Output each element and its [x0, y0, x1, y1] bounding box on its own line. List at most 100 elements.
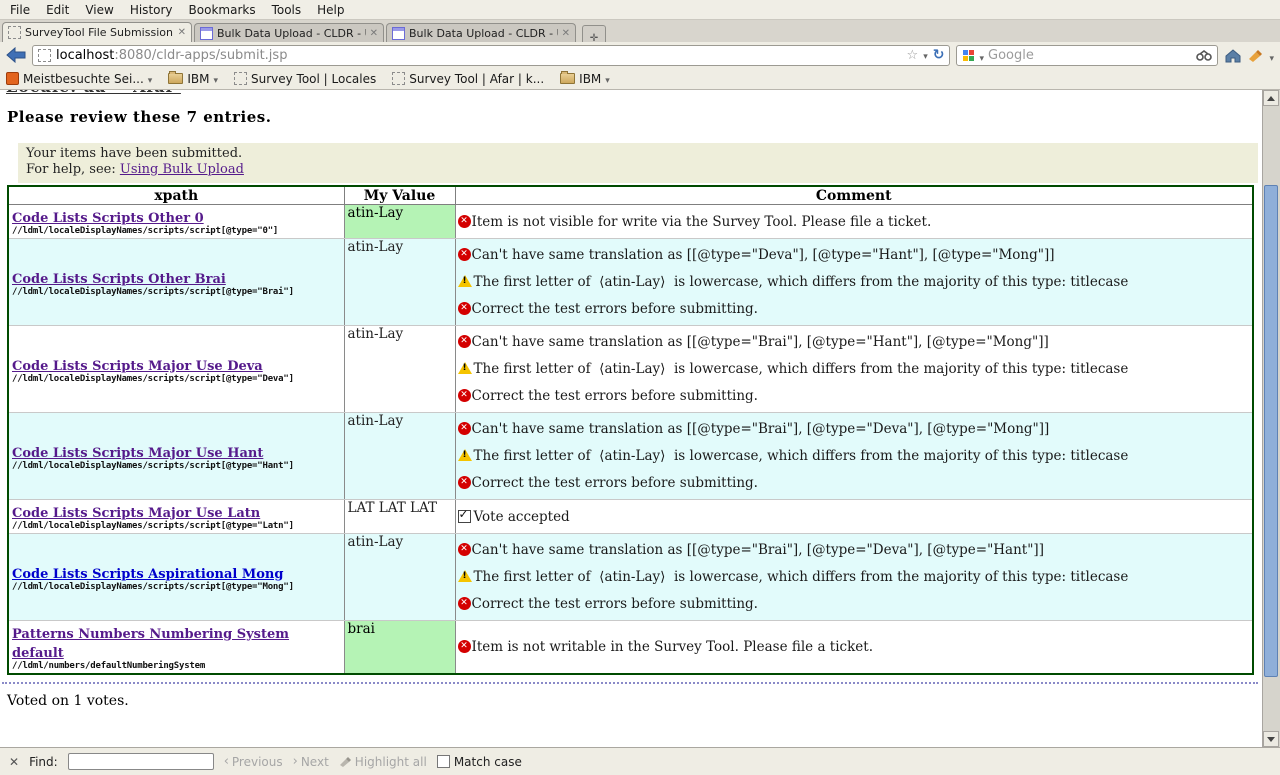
table-row: Patterns Numbers Numbering System defaul… [8, 621, 1253, 675]
tab-title: SurveyTool File Submission | ... [25, 26, 174, 39]
column-header-comment: Comment [455, 186, 1253, 205]
url-bar[interactable]: localhost:8080/cldr-apps/submit.jsp [32, 45, 950, 66]
bookmark-item-3[interactable]: Survey Tool | Locales [234, 72, 376, 86]
match-case-checkbox[interactable] [437, 755, 450, 768]
tab-title: Bulk Data Upload - CLDR - Un... [217, 27, 366, 40]
url-path: :8080/cldr-apps/submit.jsp [114, 48, 287, 63]
comment-cell: Can't have same translation as [[@type="… [455, 239, 1253, 326]
xpath-code: //ldml/localeDisplayNames/scripts/script… [12, 287, 341, 297]
home-icon[interactable] [1224, 48, 1242, 63]
error-icon [458, 543, 471, 556]
xpath-link[interactable]: Code Lists Scripts Other 0 [12, 211, 204, 226]
find-input[interactable] [68, 753, 214, 770]
menu-tools[interactable]: Tools [264, 1, 310, 19]
bookmark-item-1[interactable]: Meistbesuchte Sei... [6, 72, 152, 86]
value-cell: LAT LAT LAT [344, 500, 455, 534]
tab-close-icon[interactable] [178, 27, 186, 38]
xpath-cell: Patterns Numbers Numbering System defaul… [8, 621, 344, 675]
xpath-link[interactable]: Code Lists Scripts Aspirational Mong [12, 567, 283, 582]
search-box[interactable]: Google [956, 45, 1218, 66]
using-bulk-upload-link[interactable]: Using Bulk Upload [120, 162, 244, 177]
tab-close-icon[interactable] [370, 28, 378, 39]
find-close-icon[interactable] [9, 755, 19, 769]
menu-bookmarks[interactable]: Bookmarks [181, 1, 264, 19]
find-next-button[interactable]: Next [293, 754, 329, 769]
comment-text: The first letter of ⟨atin-Lay⟩ is lowerc… [474, 274, 1129, 290]
match-case-option[interactable]: Match case [437, 755, 522, 769]
error-icon [458, 302, 471, 315]
menu-bar: FileEditViewHistoryBookmarksToolsHelp [0, 0, 1280, 20]
tab-1[interactable]: SurveyTool File Submission | ... [2, 22, 192, 42]
scroll-down-icon[interactable] [1263, 731, 1279, 747]
bookmark-item-2[interactable]: IBM [168, 72, 218, 86]
folder-icon [560, 73, 575, 84]
page-content: Locale: aa - 'Afar' Please review these … [0, 90, 1280, 747]
url-dropdown-icon[interactable] [923, 48, 928, 63]
scrollbar-thumb[interactable] [1264, 185, 1278, 677]
xpath-code: //ldml/localeDisplayNames/scripts/script… [12, 582, 341, 592]
xpath-link[interactable]: Code Lists Scripts Major Use Deva [12, 359, 263, 374]
search-engine-dropdown-icon[interactable] [979, 46, 984, 65]
most-visited-icon [6, 72, 19, 85]
marker-pen-icon[interactable] [1248, 49, 1263, 62]
chevron-down-icon [148, 72, 153, 86]
warning-icon [458, 275, 472, 287]
table-row: Code Lists Scripts Major Use Latn//ldml/… [8, 500, 1253, 534]
page-favicon [392, 27, 405, 40]
search-go-icon[interactable] [1196, 50, 1212, 61]
tab-bar: SurveyTool File Submission | ... Bulk Dat… [0, 20, 1280, 42]
xpath-link[interactable]: Code Lists Scripts Other Brai [12, 272, 226, 287]
comment-text: Correct the test errors before submittin… [472, 475, 758, 491]
previous-arrow-icon [224, 754, 229, 769]
error-icon [458, 476, 471, 489]
tab-title: Bulk Data Upload - CLDR - Un... [409, 27, 558, 40]
xpath-code: //ldml/localeDisplayNames/scripts/script… [12, 226, 341, 236]
xpath-cell: Code Lists Scripts Other Brai//ldml/loca… [8, 239, 344, 326]
xpath-link[interactable]: Code Lists Scripts Major Use Hant [12, 446, 263, 461]
google-logo-icon[interactable] [962, 49, 975, 62]
tab-2[interactable]: Bulk Data Upload - CLDR - Un... [194, 23, 384, 42]
comment-text: Correct the test errors before submittin… [472, 596, 758, 612]
vertical-scrollbar[interactable] [1262, 90, 1280, 747]
comment-line: Correct the test errors before submittin… [458, 475, 1251, 491]
chevron-down-icon [605, 72, 610, 86]
table-row: Code Lists Scripts Major Use Deva//ldml/… [8, 326, 1253, 413]
back-icon[interactable] [6, 47, 26, 63]
marker-pen-dropdown-icon[interactable] [1269, 46, 1274, 65]
menu-view[interactable]: View [77, 1, 121, 19]
value-cell: atin-Lay [344, 413, 455, 500]
placeholder-favicon [8, 26, 21, 39]
comment-line: The first letter of ⟨atin-Lay⟩ is lowerc… [458, 274, 1251, 290]
xpath-link[interactable]: Code Lists Scripts Major Use Latn [12, 506, 260, 521]
comment-line: Correct the test errors before submittin… [458, 301, 1251, 317]
find-toolbar: Find: Previous Next Highlight all Match … [0, 747, 1280, 775]
menu-help[interactable]: Help [309, 1, 352, 19]
bookmark-item-5[interactable]: IBM [560, 72, 610, 86]
new-tab-button[interactable] [582, 25, 606, 42]
comment-line: Can't have same translation as [[@type="… [458, 247, 1251, 263]
find-label: Find: [29, 755, 58, 769]
bookmark-item-4[interactable]: Survey Tool | Afar | k... [392, 72, 544, 86]
xpath-link[interactable]: Patterns Numbers Numbering System defaul… [12, 627, 289, 661]
bookmark-star-icon[interactable] [907, 48, 919, 63]
comment-cell: Item is not visible for write via the Su… [455, 205, 1253, 239]
comment-text: Item is not visible for write via the Su… [472, 214, 932, 230]
comment-line: Vote accepted [458, 509, 1251, 525]
menu-file[interactable]: File [2, 1, 38, 19]
menu-history[interactable]: History [122, 1, 181, 19]
reload-icon[interactable] [933, 47, 945, 63]
bookmark-label: Survey Tool | Locales [251, 72, 376, 86]
notice-line2: For help, see: Using Bulk Upload [26, 162, 1250, 178]
highlight-all-button[interactable]: Highlight all [339, 755, 427, 769]
comment-cell: Can't have same translation as [[@type="… [455, 534, 1253, 621]
scroll-up-icon[interactable] [1263, 90, 1279, 106]
comment-line: Correct the test errors before submittin… [458, 596, 1251, 612]
tab-3[interactable]: Bulk Data Upload - CLDR - Un... [386, 23, 576, 42]
menu-edit[interactable]: Edit [38, 1, 77, 19]
notice-line1: Your items have been submitted. [26, 146, 1250, 162]
tab-close-icon[interactable] [562, 28, 570, 39]
comment-line: The first letter of ⟨atin-Lay⟩ is lowerc… [458, 448, 1251, 464]
review-table: xpathMy ValueComment Code Lists Scripts … [7, 185, 1254, 675]
navigation-toolbar: localhost:8080/cldr-apps/submit.jsp Goog… [0, 42, 1280, 68]
find-previous-button[interactable]: Previous [224, 754, 283, 769]
